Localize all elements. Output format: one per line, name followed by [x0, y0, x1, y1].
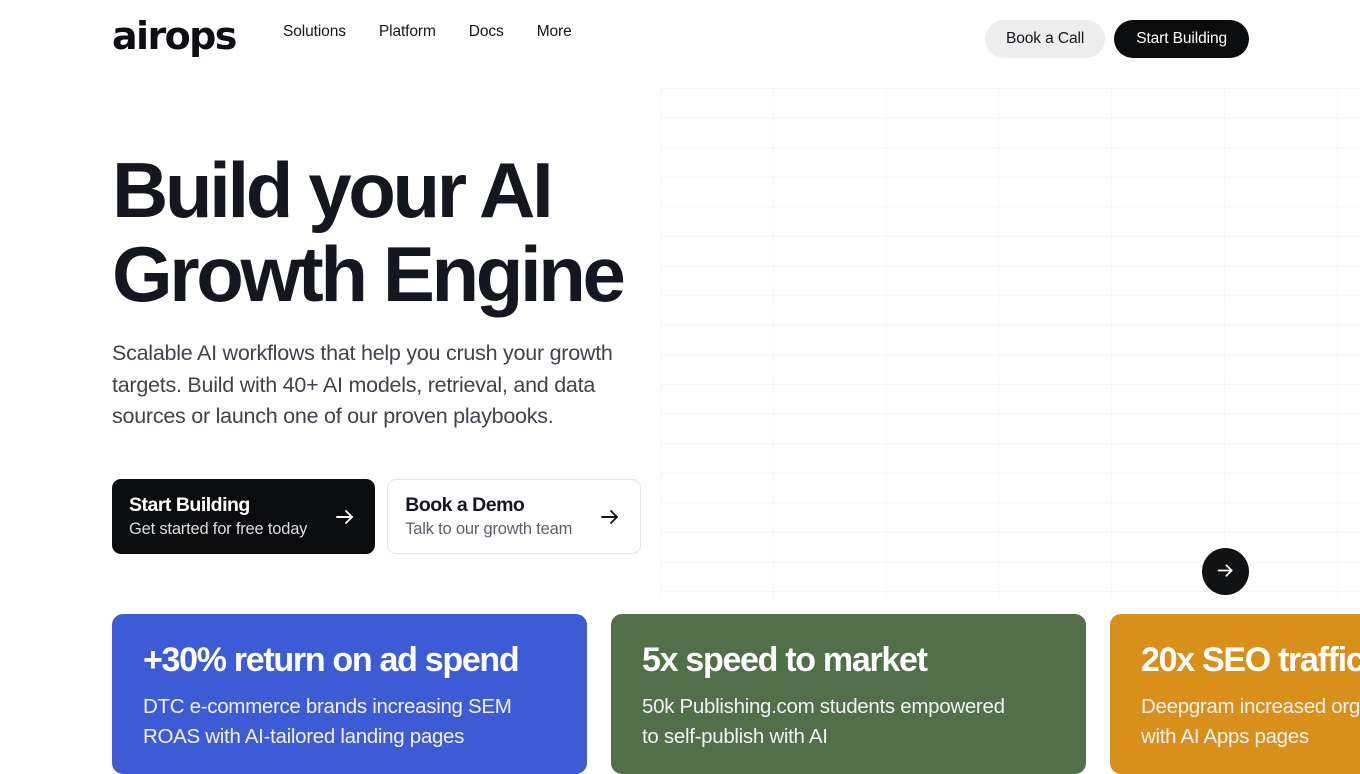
book-a-call-button[interactable]: Book a Call	[985, 20, 1106, 58]
stat-cards-carousel: +30% return on ad spend DTC e-commerce b…	[112, 614, 1360, 774]
stat-card[interactable]: +30% return on ad spend DTC e-commerce b…	[112, 614, 587, 774]
cta-book-demo[interactable]: Book a Demo Talk to our growth team	[387, 479, 642, 554]
cta-book-demo-subtitle: Talk to our growth team	[405, 520, 573, 538]
stat-card-headline: +30% return on ad spend	[143, 641, 520, 679]
airops-logo[interactable]: airops	[112, 16, 237, 56]
arrow-right-icon	[598, 505, 622, 529]
hero-cta-row: Start Building Get started for free toda…	[112, 479, 642, 554]
nav-link-more[interactable]: More	[537, 23, 572, 41]
carousel-next-button[interactable]	[1202, 548, 1249, 595]
stat-card-description: Deepgram increased organic traffic with …	[1141, 695, 1360, 748]
arrow-right-icon	[333, 505, 357, 529]
stat-card-description: DTC e-commerce brands increasing SEM ROA…	[143, 695, 512, 748]
cta-start-building-text: Start Building Get started for free toda…	[129, 493, 307, 540]
arrow-right-icon	[1215, 560, 1236, 584]
hero-section: Build your AI Growth Engine Scalable AI …	[0, 0, 1360, 774]
cta-start-building[interactable]: Start Building Get started for free toda…	[112, 479, 376, 554]
nav-link-solutions[interactable]: Solutions	[283, 23, 346, 41]
stat-card-headline: 5x speed to market	[642, 641, 928, 679]
cta-start-building-title: Start Building	[129, 494, 250, 516]
hero-subtext: Scalable AI workflows that help you crus…	[112, 341, 613, 428]
cta-book-demo-text: Book a Demo Talk to our growth team	[405, 493, 572, 540]
primary-navigation: Solutions Platform Docs More	[283, 23, 572, 41]
nav-link-platform[interactable]: Platform	[379, 23, 436, 41]
header-actions: Book a Call Start Building	[985, 20, 1249, 58]
stat-card[interactable]: 5x speed to market 50k Publishing.com st…	[611, 614, 1086, 774]
nav-link-docs[interactable]: Docs	[469, 23, 504, 41]
cta-book-demo-title: Book a Demo	[405, 494, 525, 516]
stat-card[interactable]: 20x SEO traffic Deepgram increased organ…	[1110, 614, 1360, 774]
stat-card-headline: 20x SEO traffic	[1141, 641, 1360, 679]
cta-start-building-subtitle: Get started for free today	[129, 520, 308, 538]
stat-card-description: 50k Publishing.com students empowered to…	[642, 695, 1005, 748]
start-building-header-button[interactable]: Start Building	[1114, 20, 1249, 58]
hero-heading: Build your AI Growth Engine	[112, 146, 626, 318]
site-header: airops Solutions Platform Docs More Book…	[0, 0, 1360, 68]
